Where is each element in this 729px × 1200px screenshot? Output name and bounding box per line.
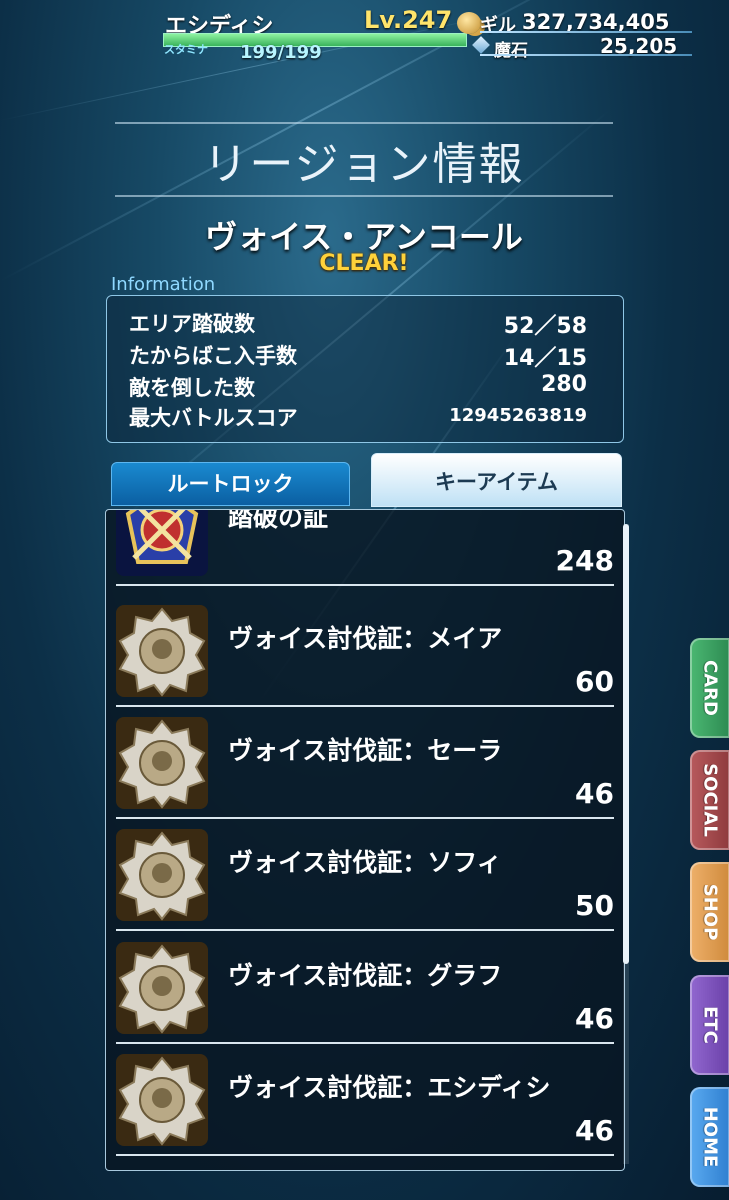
tab-key-items[interactable]: キーアイテム — [371, 453, 622, 507]
info-row-areas: エリア踏破数 52／58 — [129, 308, 587, 340]
item-name: 踏破の証 — [228, 509, 329, 532]
maseki-crystal-icon — [472, 36, 490, 54]
item-count: 46 — [575, 1002, 614, 1035]
item-divider — [116, 817, 614, 819]
information-label: Information — [111, 274, 216, 295]
page-title: リージョン情報 — [203, 139, 525, 190]
nav-home-button[interactable]: HOME — [690, 1087, 729, 1187]
info-key: たからばこ入手数 — [129, 344, 297, 368]
list-item[interactable]: ヴォイス討伐証：ソフィ 50 — [116, 829, 614, 941]
item-name: ヴォイス討伐証：メイア — [228, 624, 503, 653]
tab-route-lock[interactable]: ルートロック — [111, 462, 350, 506]
gil-coin-icon — [457, 12, 481, 34]
item-divider — [116, 1042, 614, 1044]
clear-status: CLEAR! — [319, 251, 409, 276]
info-value: 12945263819 — [449, 405, 587, 426]
gil-label: ギル — [480, 15, 516, 36]
title-rule-top — [115, 122, 613, 124]
silver-medal-icon — [116, 829, 208, 921]
list-item[interactable]: ヴォイス討伐証：グラフ 46 — [116, 942, 614, 1054]
stamina-label: スタミナ — [164, 43, 208, 56]
nav-shop-button[interactable]: SHOP — [690, 862, 729, 962]
item-count: 248 — [555, 544, 614, 577]
info-key: 敵を倒した数 — [129, 376, 255, 400]
list-item[interactable]: ヴォイス討伐証：メイア 60 — [116, 605, 614, 717]
item-divider — [116, 705, 614, 707]
nav-label: CARD — [699, 660, 721, 716]
maseki-underline — [480, 54, 692, 56]
emblem-sword-icon — [116, 510, 208, 576]
item-count: 46 — [575, 777, 614, 810]
stamina-value: 199/199 — [240, 42, 322, 63]
nav-social-button[interactable]: SOCIAL — [690, 750, 729, 850]
silver-medal-icon — [116, 717, 208, 809]
item-divider — [116, 929, 614, 931]
info-key: エリア踏破数 — [129, 312, 255, 336]
item-name: ヴォイス討伐証：ソフィ — [228, 848, 502, 877]
title-rule-bottom — [115, 195, 613, 197]
info-row-enemies: 敵を倒した数 280 — [129, 372, 587, 404]
info-value: 280 — [541, 372, 587, 397]
nav-label: SOCIAL — [699, 763, 721, 837]
item-count: 50 — [575, 889, 614, 922]
list-item[interactable]: ヴォイス討伐証：エシディシ 46 — [116, 1054, 614, 1166]
info-value: 14／15 — [503, 346, 587, 371]
player-level: Lv.247 — [364, 6, 453, 34]
scroll-thumb[interactable] — [623, 524, 629, 964]
nav-label: ETC — [699, 1006, 721, 1044]
info-key: 最大バトルスコア — [129, 406, 298, 430]
key-item-list[interactable]: 踏破の証 248 ヴォイス討伐証：メイア 60 ヴォイス討伐証：セーラ 46 ヴ… — [105, 509, 625, 1171]
info-value: 52／58 — [503, 314, 587, 339]
silver-medal-icon — [116, 605, 208, 697]
item-name: ヴォイス討伐証：グラフ — [228, 961, 503, 990]
info-row-score: 最大バトルスコア 12945263819 — [129, 402, 587, 434]
item-name: ヴォイス討伐証：セーラ — [228, 736, 503, 765]
info-row-chests: たからばこ入手数 14／15 — [129, 340, 587, 372]
nav-etc-button[interactable]: ETC — [690, 975, 729, 1075]
silver-medal-icon — [116, 942, 208, 1034]
item-count: 46 — [575, 1114, 614, 1147]
list-item[interactable]: ヴォイス討伐証：セーラ 46 — [116, 717, 614, 829]
item-name: ヴォイス討伐証：エシディシ — [228, 1073, 551, 1102]
list-item[interactable]: 踏破の証 248 — [116, 509, 614, 596]
nav-label: SHOP — [699, 883, 721, 941]
nav-card-button[interactable]: CARD — [690, 638, 729, 738]
item-divider — [116, 584, 614, 586]
information-box: エリア踏破数 52／58 たからばこ入手数 14／15 敵を倒した数 280 最… — [106, 295, 624, 443]
item-count: 60 — [575, 665, 614, 698]
gil-underline — [480, 31, 692, 33]
silver-medal-icon — [116, 1054, 208, 1146]
maseki-label: 魔石 — [494, 41, 528, 61]
item-divider — [116, 1154, 614, 1156]
nav-label: HOME — [699, 1106, 721, 1168]
list-scrollbar[interactable] — [623, 524, 629, 1164]
